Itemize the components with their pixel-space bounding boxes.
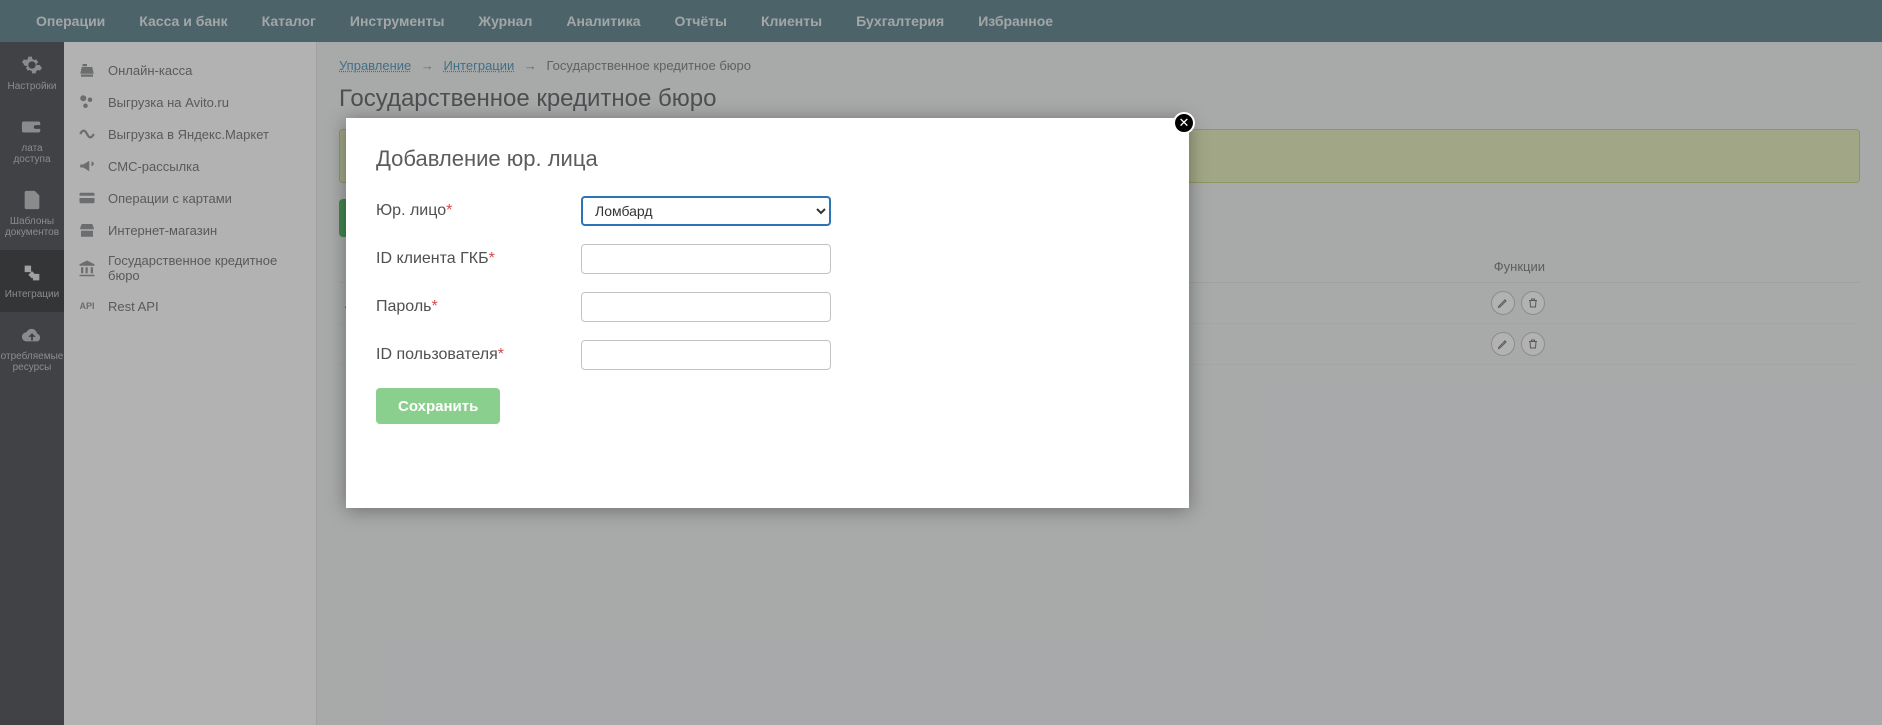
user-id-input[interactable] [581,340,831,370]
close-icon: ✕ [1179,115,1190,131]
entity-label: Юр. лицо* [376,202,581,220]
form-row-client-id: ID клиента ГКБ* [376,244,1159,274]
save-button[interactable]: Сохранить [376,388,500,424]
modal-add-entity: ✕ Добавление юр. лица Юр. лицо* Ломбард … [346,118,1189,508]
modal-title: Добавление юр. лица [376,146,1159,172]
client-id-input[interactable] [581,244,831,274]
modal-close-button[interactable]: ✕ [1173,112,1195,134]
form-row-user-id: ID пользователя* [376,340,1159,370]
password-label: Пароль* [376,298,581,316]
password-input[interactable] [581,292,831,322]
client-id-label: ID клиента ГКБ* [376,250,581,268]
user-id-label: ID пользователя* [376,346,581,364]
form-row-password: Пароль* [376,292,1159,322]
form-row-entity: Юр. лицо* Ломбард [376,196,1159,226]
entity-select[interactable]: Ломбард [581,196,831,226]
